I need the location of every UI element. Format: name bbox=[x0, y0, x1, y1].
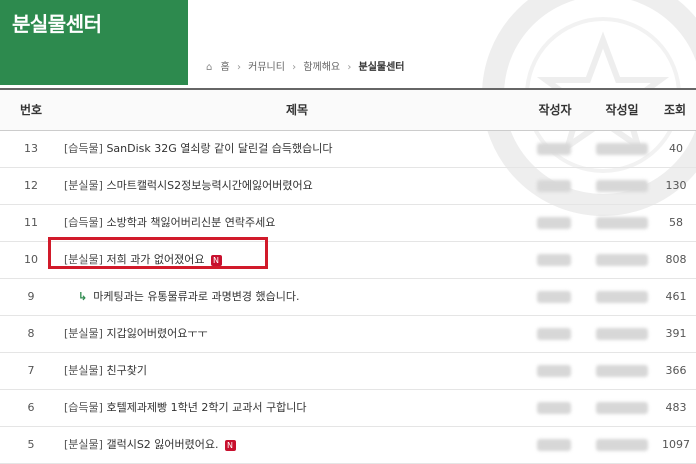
row-number: 11 bbox=[24, 216, 38, 229]
author-blurred bbox=[537, 143, 571, 155]
column-number: 번호 bbox=[19, 103, 43, 117]
date-blurred bbox=[596, 291, 648, 303]
new-post-badge-icon: N bbox=[210, 254, 222, 266]
row-title: 마케팅과는 유통물류과로 과명변경 했습니다. bbox=[93, 290, 300, 303]
author-blurred bbox=[537, 328, 571, 340]
date-blurred bbox=[596, 439, 648, 451]
breadcrumb-together[interactable]: 함께해요 bbox=[303, 62, 340, 73]
brand-banner: 분실물센터 bbox=[0, 0, 188, 85]
date-blurred bbox=[596, 328, 648, 340]
row-title-link[interactable]: [분실물] 지갑잃어버렸어요ㅜㅜ bbox=[64, 316, 208, 352]
table-row[interactable]: 12 [분실물] 스마트캘럭시S2정보능력시간에잃어버렸어요 130 bbox=[0, 168, 696, 205]
reply-arrow-icon: ↳ bbox=[78, 290, 88, 303]
row-title-link[interactable]: [습득물] SanDisk 32G 열쇠랑 같이 달린걸 습득했습니다 bbox=[64, 131, 332, 167]
row-category: [습득물] bbox=[64, 401, 103, 414]
row-title-link[interactable]: [습득물] 소방학과 책잃어버리신분 연락주세요 bbox=[64, 205, 275, 241]
row-views: 391 bbox=[665, 327, 687, 340]
breadcrumb-current: 분실물센터 bbox=[358, 62, 405, 73]
table-row[interactable]: 9 ↳ 마케팅과는 유통물류과로 과명변경 했습니다. 461 bbox=[0, 279, 696, 316]
new-post-badge-icon: N bbox=[224, 439, 236, 451]
table-row[interactable]: 8 [분실물] 지갑잃어버렸어요ㅜㅜ 391 bbox=[0, 316, 696, 353]
row-title: 스마트캘럭시S2정보능력시간에잃어버렸어요 bbox=[106, 179, 313, 192]
row-number: 13 bbox=[24, 142, 38, 155]
breadcrumb-separator: › bbox=[347, 62, 352, 73]
row-category: [분실물] bbox=[64, 253, 103, 266]
top-header: 분실물센터 ⌂ 홈 › 커뮤니티 › 함께해요 › 분실물센터 bbox=[0, 0, 696, 216]
row-title: 소방학과 책잃어버리신분 연락주세요 bbox=[106, 216, 276, 229]
date-blurred bbox=[596, 254, 648, 266]
author-blurred bbox=[537, 365, 571, 377]
row-title: 지갑잃어버렸어요ㅜㅜ bbox=[106, 327, 208, 340]
table-header: 번호 제목 작성자 작성일 조회 bbox=[0, 88, 696, 131]
row-views: 461 bbox=[665, 290, 687, 303]
row-title: SanDisk 32G 열쇠랑 같이 달린걸 습득했습니다 bbox=[106, 142, 333, 155]
row-number: 7 bbox=[27, 364, 35, 377]
row-title-link[interactable]: [분실물] 스마트캘럭시S2정보능력시간에잃어버렸어요 bbox=[64, 168, 313, 204]
author-blurred bbox=[537, 402, 571, 414]
author-blurred bbox=[537, 180, 571, 192]
breadcrumb-separator: › bbox=[292, 62, 297, 73]
row-title: 친구찾기 bbox=[106, 364, 147, 377]
breadcrumb: ⌂ 홈 › 커뮤니티 › 함께해요 › 분실물센터 bbox=[206, 58, 405, 73]
row-title: 저희 과가 없어졌어요 bbox=[106, 253, 205, 266]
row-number: 9 bbox=[27, 290, 35, 303]
row-number: 12 bbox=[24, 179, 38, 192]
row-views: 40 bbox=[669, 142, 683, 155]
date-blurred bbox=[596, 180, 648, 192]
author-blurred bbox=[537, 291, 571, 303]
row-views: 808 bbox=[665, 253, 687, 266]
row-category: [분실물] bbox=[64, 364, 103, 377]
author-blurred bbox=[537, 217, 571, 229]
row-title-link[interactable]: [분실물] 갤럭시S2 잃어버렸어요. N bbox=[64, 427, 236, 463]
breadcrumb-community[interactable]: 커뮤니티 bbox=[248, 62, 285, 73]
home-icon[interactable]: ⌂ bbox=[206, 62, 212, 73]
breadcrumb-separator: › bbox=[236, 62, 241, 73]
row-views: 483 bbox=[665, 401, 687, 414]
column-title: 제목 bbox=[285, 103, 309, 117]
row-title-link[interactable]: [습득물] 호텔제과제빵 1학년 2학기 교과서 구합니다 bbox=[64, 390, 306, 426]
table-row[interactable]: 11 [습득물] 소방학과 책잃어버리신분 연락주세요 58 bbox=[0, 205, 696, 242]
row-number: 8 bbox=[27, 327, 35, 340]
row-title-link[interactable]: [분실물] 저희 과가 없어졌어요 N bbox=[64, 242, 222, 278]
table-row[interactable]: 10 [분실물] 저희 과가 없어졌어요 N 808 bbox=[0, 242, 696, 279]
column-views: 조회 bbox=[663, 103, 687, 117]
column-author: 작성자 bbox=[538, 103, 572, 117]
lost-found-board: 번호 제목 작성자 작성일 조회 13 [습득물] SanDisk 32G 열쇠… bbox=[0, 88, 696, 464]
row-category: [습득물] bbox=[64, 216, 103, 229]
author-blurred bbox=[537, 439, 571, 451]
date-blurred bbox=[596, 402, 648, 414]
row-number: 6 bbox=[27, 401, 35, 414]
table-row[interactable]: 6 [습득물] 호텔제과제빵 1학년 2학기 교과서 구합니다 483 bbox=[0, 390, 696, 427]
row-category: [분실물] bbox=[64, 179, 103, 192]
row-category: [분실물] bbox=[64, 327, 103, 340]
breadcrumb-home[interactable]: 홈 bbox=[221, 62, 230, 73]
table-row[interactable]: 7 [분실물] 친구찾기 366 bbox=[0, 353, 696, 390]
row-title: 호텔제과제빵 1학년 2학기 교과서 구합니다 bbox=[106, 401, 307, 414]
row-views: 58 bbox=[669, 216, 683, 229]
row-title: 갤럭시S2 잃어버렸어요. bbox=[106, 438, 219, 451]
row-views: 130 bbox=[665, 179, 687, 192]
row-views: 366 bbox=[665, 364, 687, 377]
page-title: 분실물센터 bbox=[12, 12, 102, 36]
row-number: 10 bbox=[24, 253, 38, 266]
row-category: [분실물] bbox=[64, 438, 103, 451]
table-row[interactable]: 5 [분실물] 갤럭시S2 잃어버렸어요. N 1097 bbox=[0, 427, 696, 464]
row-views: 1097 bbox=[662, 438, 690, 451]
author-blurred bbox=[537, 254, 571, 266]
column-date: 작성일 bbox=[605, 103, 639, 117]
table-row[interactable]: 13 [습득물] SanDisk 32G 열쇠랑 같이 달린걸 습득했습니다 4… bbox=[0, 131, 696, 168]
row-category: [습득물] bbox=[64, 142, 103, 155]
row-title-link[interactable]: ↳ 마케팅과는 유통물류과로 과명변경 했습니다. bbox=[78, 279, 299, 315]
row-number: 5 bbox=[27, 438, 35, 451]
row-title-link[interactable]: [분실물] 친구찾기 bbox=[64, 353, 147, 389]
date-blurred bbox=[596, 143, 648, 155]
date-blurred bbox=[596, 365, 648, 377]
date-blurred bbox=[596, 217, 648, 229]
